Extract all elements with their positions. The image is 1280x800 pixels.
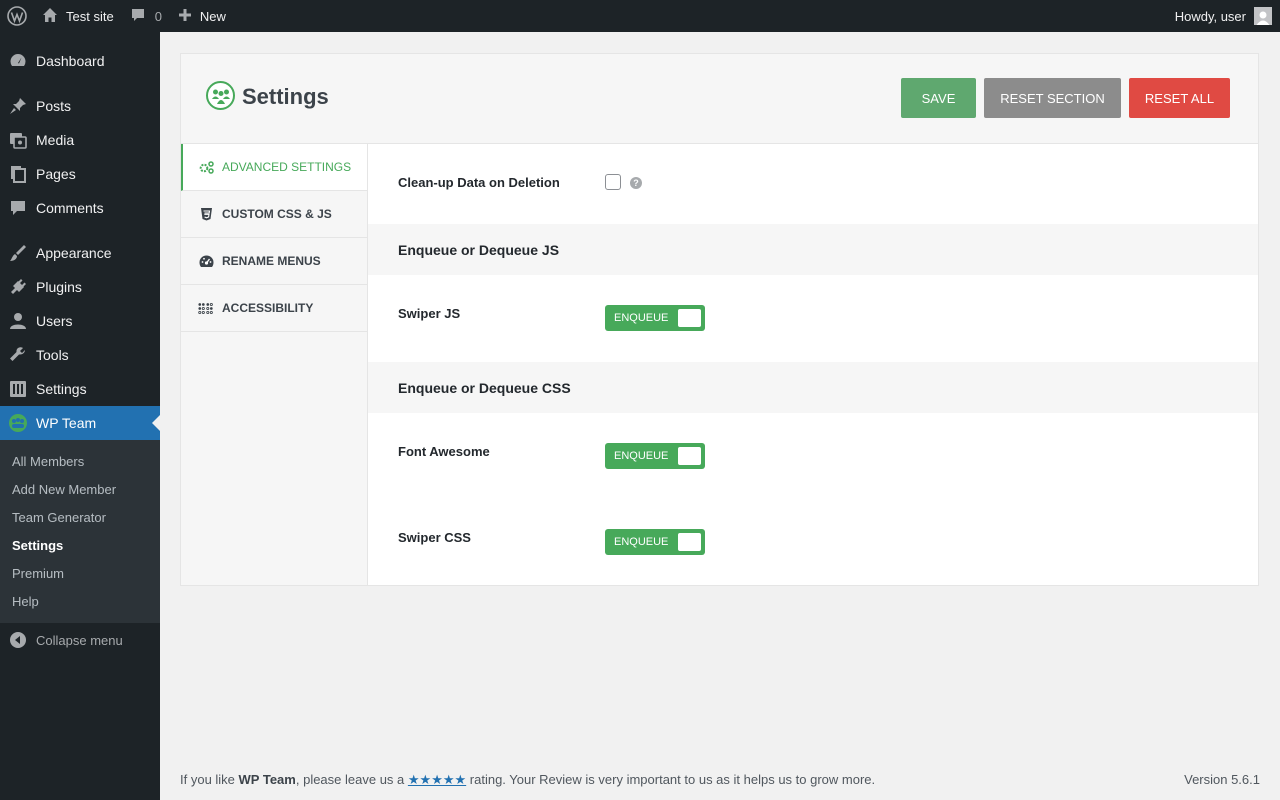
wordpress-logo-icon[interactable] xyxy=(0,0,34,32)
toggle-knob xyxy=(678,533,701,551)
reset-section-button[interactable]: Reset Section xyxy=(984,78,1121,118)
tab-custom-css-js[interactable]: Custom CSS & JS xyxy=(181,191,367,238)
settings-tabs: Advanced Settings Custom CSS & JS Rename… xyxy=(181,144,368,585)
swiper-css-label: Swiper CSS xyxy=(398,530,471,545)
comment-icon xyxy=(0,199,36,217)
help-icon[interactable]: ? xyxy=(630,177,642,189)
pin-icon xyxy=(0,97,36,115)
swiper-css-toggle[interactable]: Enqueue xyxy=(605,529,705,555)
site-name: Test site xyxy=(66,8,114,24)
submenu-all-members[interactable]: All Members xyxy=(0,447,160,475)
menu-item-tools[interactable]: Tools xyxy=(0,338,160,372)
toggle-knob xyxy=(678,447,701,465)
new-label: New xyxy=(199,8,226,24)
plus-icon xyxy=(178,8,192,25)
reset-all-button[interactable]: Reset All xyxy=(1129,78,1230,118)
menu-item-media[interactable]: Media xyxy=(0,123,160,157)
section-heading-js: Enqueue or Dequeue JS xyxy=(368,224,1258,275)
submenu-add-new-member[interactable]: Add New Member xyxy=(0,475,160,503)
toggle-knob xyxy=(678,309,701,327)
wp-team-submenu: All Members Add New Member Team Generato… xyxy=(0,440,160,623)
page-title: Settings xyxy=(242,84,329,109)
font-awesome-toggle[interactable]: Enqueue xyxy=(605,443,705,469)
css3-icon xyxy=(198,207,214,221)
cleanup-label: Clean-up Data on Deletion xyxy=(398,175,560,190)
comments-link[interactable]: 0 xyxy=(122,0,170,32)
wrench-icon xyxy=(0,346,36,364)
team-icon xyxy=(0,413,36,433)
home-icon xyxy=(42,7,58,26)
collapse-arrow-icon xyxy=(0,632,36,648)
font-awesome-label: Font Awesome xyxy=(398,444,490,459)
tab-advanced-settings[interactable]: Advanced Settings xyxy=(181,144,367,191)
submenu-premium[interactable]: Premium xyxy=(0,559,160,587)
settings-content: Clean-up Data on Deletion ? Enqueue or D… xyxy=(368,144,1258,585)
gears-icon xyxy=(198,160,214,174)
braille-icon xyxy=(198,302,214,315)
settings-panel: Settings Save Reset Section Reset All Ad… xyxy=(180,53,1259,586)
dashboard-icon xyxy=(0,52,36,70)
swiper-js-toggle[interactable]: Enqueue xyxy=(605,305,705,331)
admin-bar: Test site 0 New Howdy, user xyxy=(0,0,1280,32)
submenu-help[interactable]: Help xyxy=(0,587,160,615)
media-icon xyxy=(0,131,36,149)
tab-accessibility[interactable]: Accessibility xyxy=(181,285,367,332)
admin-footer: If you like WP Team, please leave us a ★… xyxy=(180,772,1260,787)
version-text: Version 5.6.1 xyxy=(1184,772,1260,787)
greeting: Howdy, user xyxy=(1174,8,1246,24)
sliders-icon xyxy=(0,380,36,398)
comments-count: 0 xyxy=(154,8,162,24)
save-button[interactable]: Save xyxy=(901,78,976,118)
rating-stars-link[interactable]: ★★★★★ xyxy=(408,772,466,787)
gauge-icon xyxy=(198,255,214,268)
tab-rename-menus[interactable]: Rename Menus xyxy=(181,238,367,285)
user-icon xyxy=(0,312,36,330)
pages-icon xyxy=(0,165,36,183)
section-heading-css: Enqueue or Dequeue CSS xyxy=(368,362,1258,413)
wp-team-logo-icon xyxy=(206,81,235,110)
menu-item-dashboard[interactable]: Dashboard xyxy=(0,44,160,78)
menu-item-comments[interactable]: Comments xyxy=(0,191,160,225)
comment-icon xyxy=(130,7,146,26)
my-account[interactable]: Howdy, user xyxy=(1175,0,1280,32)
brush-icon xyxy=(0,244,36,262)
collapse-menu-button[interactable]: Collapse menu xyxy=(0,623,160,657)
menu-item-users[interactable]: Users xyxy=(0,304,160,338)
menu-item-posts[interactable]: Posts xyxy=(0,89,160,123)
new-content-link[interactable]: New xyxy=(170,0,234,32)
menu-item-pages[interactable]: Pages xyxy=(0,157,160,191)
site-name-link[interactable]: Test site xyxy=(34,0,122,32)
menu-item-wp-team[interactable]: WP Team xyxy=(0,406,160,440)
cleanup-checkbox[interactable] xyxy=(605,174,621,190)
menu-item-settings[interactable]: Settings xyxy=(0,372,160,406)
menu-item-appearance[interactable]: Appearance xyxy=(0,236,160,270)
footer-brand: WP Team xyxy=(238,772,296,787)
avatar xyxy=(1254,7,1272,25)
submenu-team-generator[interactable]: Team Generator xyxy=(0,503,160,531)
menu-item-plugins[interactable]: Plugins xyxy=(0,270,160,304)
submenu-settings[interactable]: Settings xyxy=(0,531,160,559)
swiper-js-label: Swiper JS xyxy=(398,306,461,321)
panel-header: Settings Save Reset Section Reset All xyxy=(181,54,1258,144)
plug-icon xyxy=(0,278,36,296)
admin-sidebar: Dashboard Posts Media Pages Comments App… xyxy=(0,32,160,800)
